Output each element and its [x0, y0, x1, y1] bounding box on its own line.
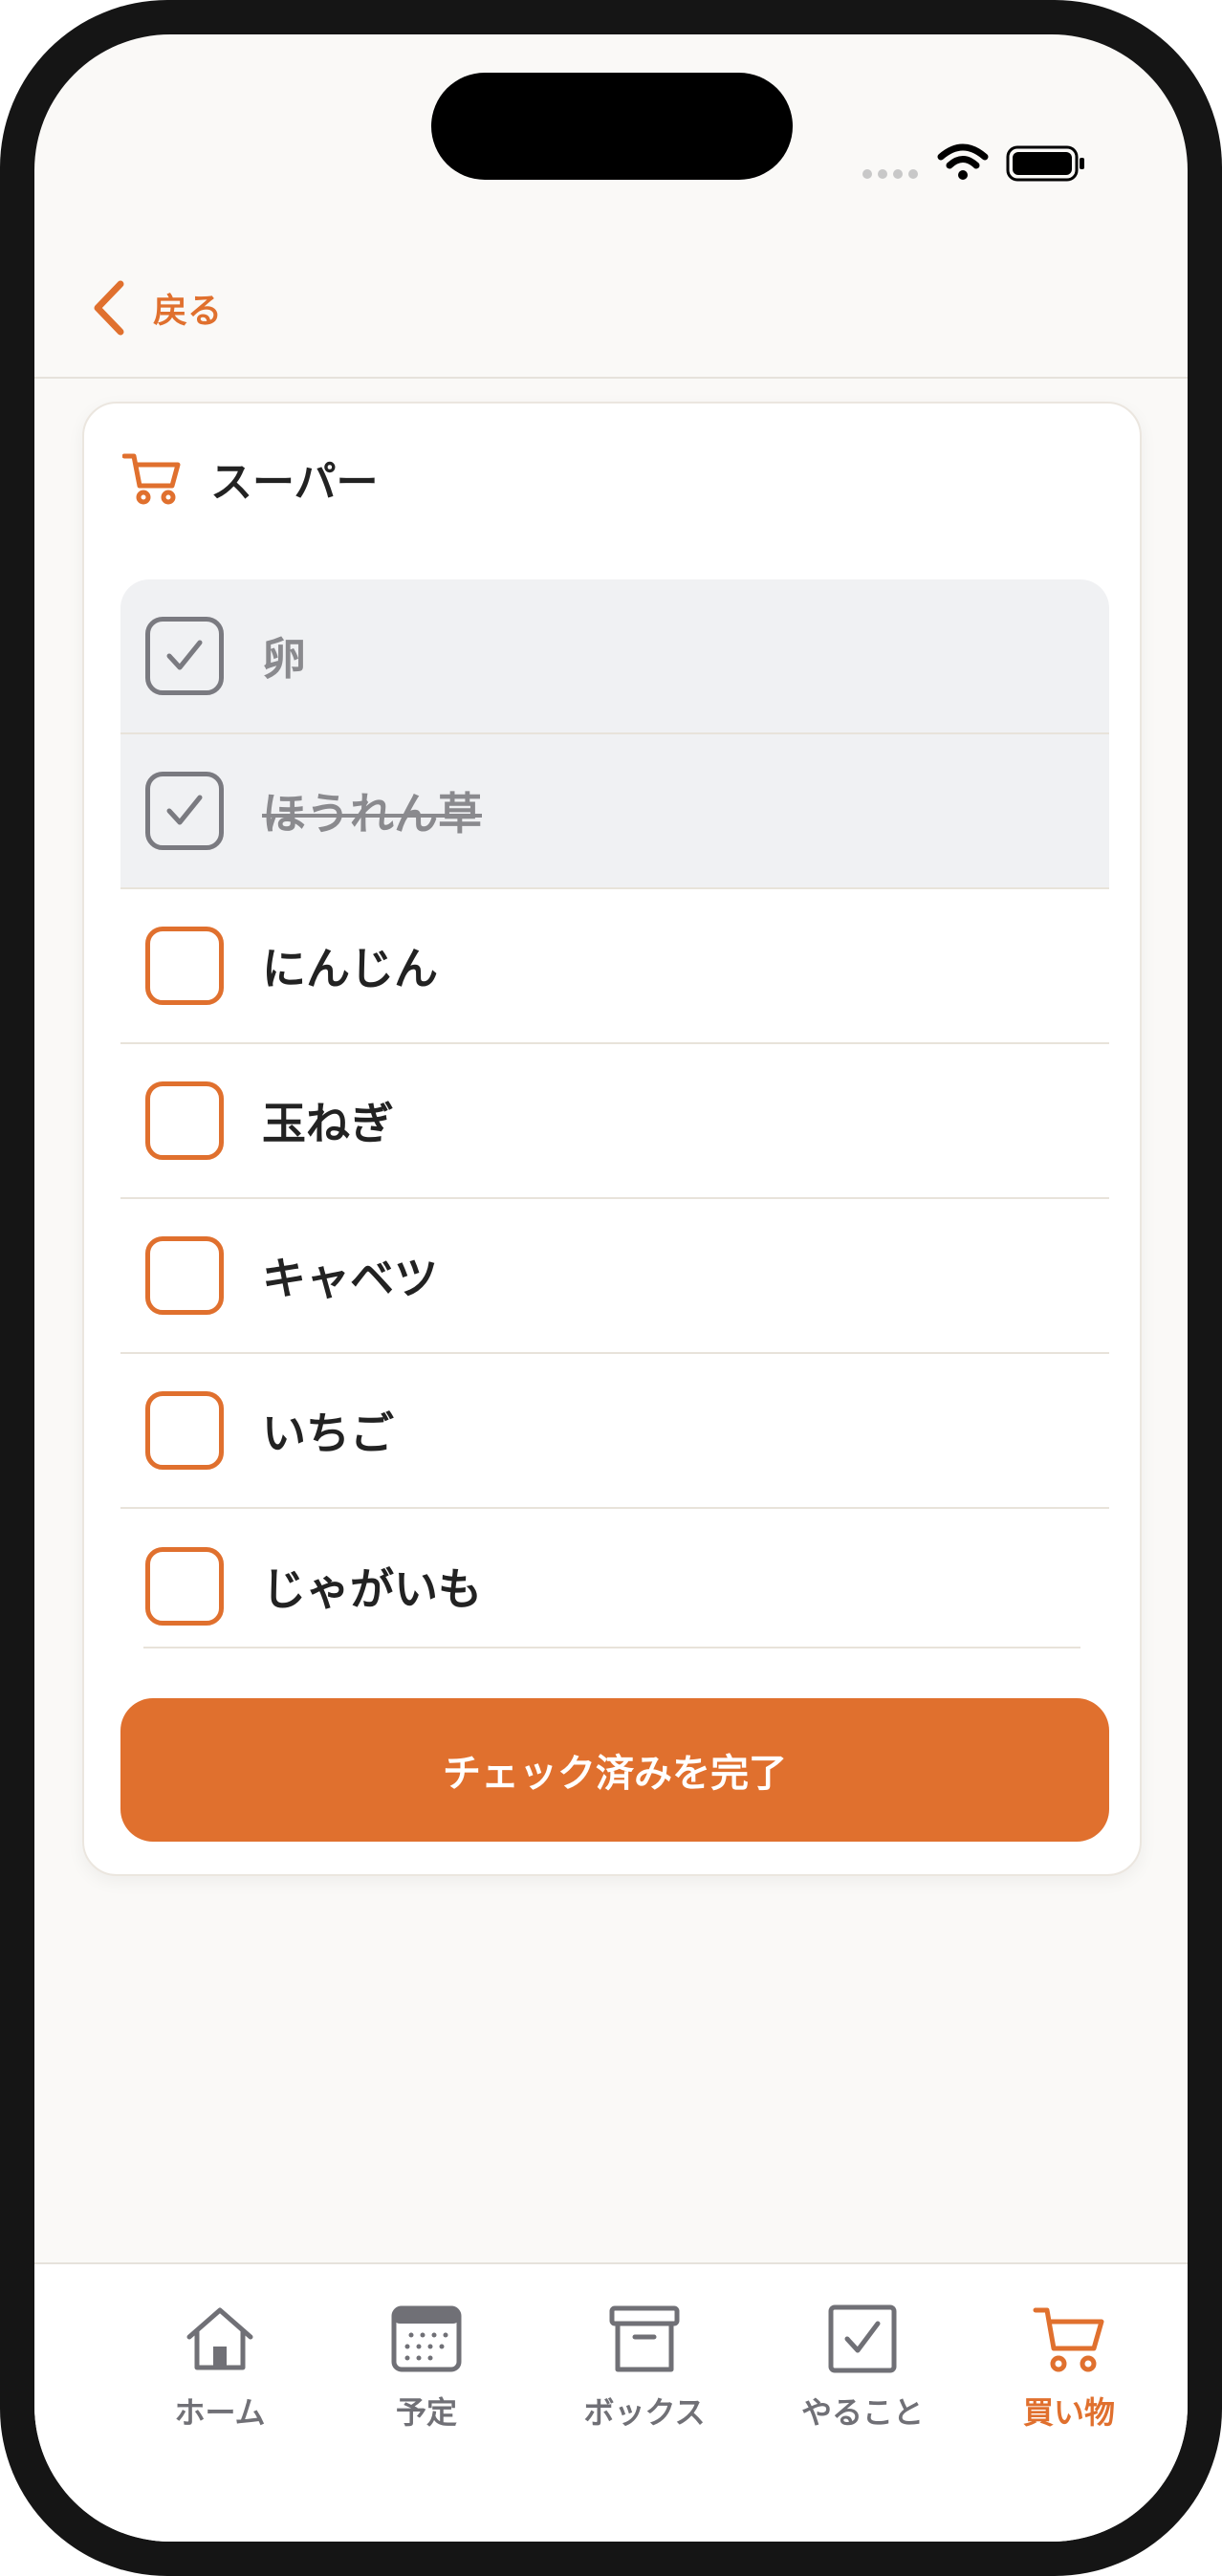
tab-box[interactable]: ボックス [558, 2303, 731, 2436]
signal-dots-icon [862, 169, 920, 179]
list-title: スーパー [210, 458, 379, 507]
item-label: じゃがいも [262, 1563, 482, 1615]
list-item[interactable]: 卵 [120, 579, 1109, 734]
shopping-list-card: スーパー 卵 ほうれん草 にんじん 玉ねぎ キャベツ いちご じゃがいも チェッ… [82, 402, 1142, 1876]
checkmark-icon [166, 640, 203, 670]
list-item[interactable]: いちご [120, 1354, 1109, 1509]
tab-home[interactable]: ホーム [134, 2303, 306, 2436]
item-label: にんじん [262, 943, 438, 994]
item-list: 卵 ほうれん草 にんじん 玉ねぎ キャベツ いちご じゃがいも [120, 579, 1109, 1664]
list-item[interactable]: キャベツ [120, 1199, 1109, 1354]
item-label: 卵 [262, 633, 306, 685]
item-checkbox[interactable] [145, 617, 224, 695]
calendar-icon [391, 2305, 462, 2372]
list-item[interactable]: 玉ねぎ [120, 1044, 1109, 1199]
house-icon [186, 2307, 253, 2370]
archive-box-icon [609, 2305, 680, 2372]
tab-label: 買い物 [1022, 2394, 1115, 2431]
list-item[interactable]: じゃがいも [120, 1509, 1109, 1664]
device-frame: 戻る スーパー 卵 ほうれん草 にんじん 玉ねぎ キャベツ いちご じゃがいも … [0, 0, 1222, 2576]
item-checkbox[interactable] [145, 1547, 224, 1626]
tab-todo[interactable]: やること [776, 2303, 949, 2436]
header-divider [34, 377, 1188, 379]
app-screen: 戻る スーパー 卵 ほうれん草 にんじん 玉ねぎ キャベツ いちご じゃがいも … [34, 34, 1188, 2542]
list-divider [143, 1647, 1080, 1648]
item-label: いちご [262, 1408, 394, 1459]
tab-label: 予定 [395, 2394, 457, 2431]
tab-label: やること [800, 2394, 924, 2431]
complete-checked-button[interactable]: チェック済みを完了 [120, 1698, 1109, 1842]
checkbox-icon [828, 2304, 897, 2373]
back-button[interactable]: 戻る [88, 270, 222, 346]
cart-icon [122, 453, 181, 505]
dynamic-island [431, 73, 793, 180]
item-checkbox[interactable] [145, 1391, 224, 1470]
item-label: ほうれん草 [262, 788, 482, 840]
item-checkbox[interactable] [145, 927, 224, 1005]
tab-shopping[interactable]: 買い物 [983, 2303, 1155, 2436]
tab-schedule[interactable]: 予定 [340, 2303, 513, 2436]
list-item[interactable]: ほうれん草 [120, 734, 1109, 889]
complete-button-label: チェック済みを完了 [443, 1753, 787, 1795]
back-label: 戻る [153, 292, 223, 331]
item-checkbox[interactable] [145, 772, 224, 850]
battery-icon [1006, 145, 1084, 182]
list-item[interactable]: にんじん [120, 889, 1109, 1044]
item-checkbox[interactable] [145, 1081, 224, 1160]
chevron-left-icon [94, 280, 124, 336]
tab-label: ホーム [174, 2394, 266, 2431]
item-label: 玉ねぎ [262, 1098, 394, 1149]
card-header: スーパー [122, 442, 379, 514]
tab-label: ボックス [583, 2394, 706, 2431]
checkmark-icon [166, 795, 203, 825]
item-label: キャベツ [262, 1253, 438, 1304]
wifi-icon [937, 143, 989, 180]
item-checkbox[interactable] [145, 1236, 224, 1315]
cart-icon [1033, 2307, 1104, 2372]
tab-bar: ホーム 予定 ボックス やること 買い物 [34, 2262, 1188, 2542]
